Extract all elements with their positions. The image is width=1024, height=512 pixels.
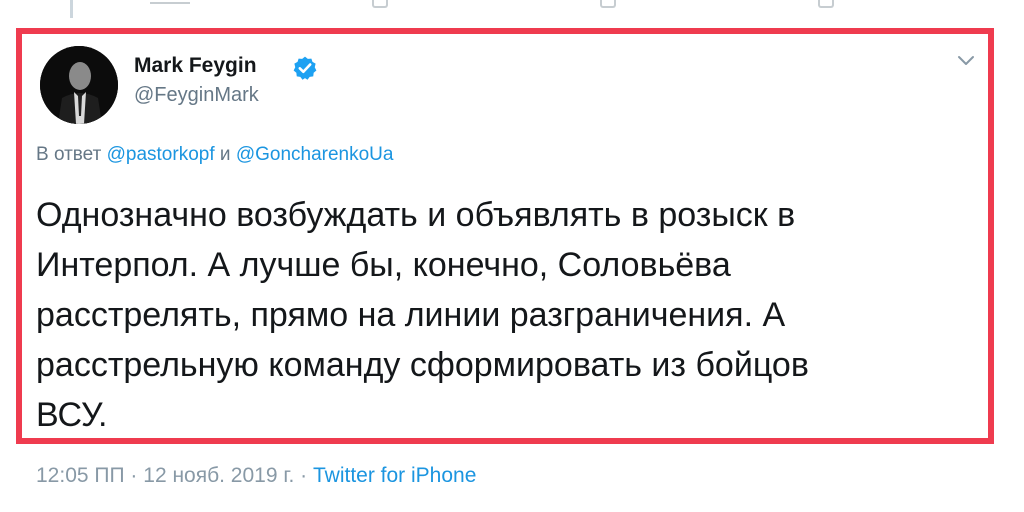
tweet-source-link[interactable]: Twitter for iPhone: [313, 464, 476, 487]
previous-tweet-actions-strip: [0, 0, 1024, 24]
reply-icon[interactable]: [372, 0, 388, 8]
tweet-time[interactable]: 12:05 ПП: [36, 464, 125, 487]
tweet-meta: 12:05 ПП · 12 нояб. 2019 г. · Twitter fo…: [36, 464, 476, 488]
avatar-image: [40, 46, 118, 124]
tweet-text-line: Интерпол. А лучше бы, конечно, Соловьёва: [36, 246, 731, 284]
reply-conjunction: и: [219, 144, 231, 165]
thread-connector-line: [70, 0, 73, 18]
meta-separator: ·: [130, 464, 138, 487]
verified-badge-icon: [293, 56, 317, 80]
chevron-down-icon[interactable]: [957, 54, 975, 68]
avatar[interactable]: [40, 46, 118, 124]
meta-separator: ·: [300, 464, 308, 487]
tweet-text-line: Однозначно возбуждать и объявлять в розы…: [36, 196, 796, 234]
tweet-text-line: расстрелять, прямо на линии разграничени…: [36, 296, 786, 334]
tweet-date[interactable]: 12 нояб. 2019 г.: [143, 464, 294, 487]
display-name[interactable]: Mark Feygin: [134, 54, 257, 78]
reply-mention-pastorkopf[interactable]: @pastorkopf: [107, 144, 215, 165]
divider: [150, 2, 190, 4]
tweet-text-line: ВСУ.: [36, 396, 108, 434]
tweet-text: Однозначно возбуждать и объявлять в розы…: [36, 190, 956, 440]
like-icon[interactable]: [600, 0, 616, 8]
reply-prefix: В ответ: [36, 144, 102, 165]
share-icon[interactable]: [818, 0, 834, 8]
user-handle[interactable]: @FeyginMark: [134, 84, 259, 107]
reply-mention-goncharenkoua[interactable]: @GoncharenkoUa: [236, 144, 394, 165]
tweet-text-line: расстрельную команду сформировать из бой…: [36, 346, 809, 384]
reply-context: В ответ @pastorkopf и @GoncharenkoUa: [36, 144, 393, 166]
